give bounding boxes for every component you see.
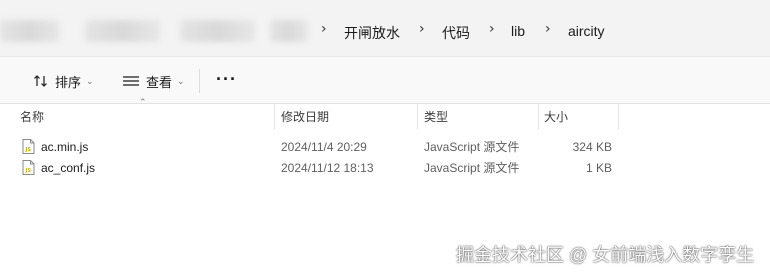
address-bar[interactable]: › 开闸放水 › 代码 › lib › aircity [0, 0, 770, 56]
chevron-right-icon[interactable]: › [321, 21, 327, 37]
watermark: 掘金技术社区 @ 女前端浅入数字孪生 [456, 245, 755, 265]
sort-button[interactable]: 排序 ⌄ [33, 69, 94, 93]
js-file-icon: JS [22, 136, 36, 157]
sort-label: 排序 [55, 74, 82, 90]
chevron-down-icon: ⌄ [177, 75, 185, 86]
breadcrumb-item[interactable]: 代码 [442, 23, 470, 43]
file-type: JavaScript 源文件 [424, 140, 520, 154]
breadcrumb-item[interactable]: aircity [568, 23, 605, 39]
file-row[interactable]: JS ac_conf.js 2024/11/12 18:13 JavaScrip… [0, 157, 620, 178]
toolbar-divider [199, 69, 200, 93]
file-name: ac.min.js [41, 139, 89, 154]
view-icon [123, 76, 139, 86]
view-button[interactable]: 查看 ⌄ [122, 69, 185, 93]
blurred-path-segment [85, 20, 160, 42]
view-label: 查看 [146, 74, 173, 90]
file-size: 324 KB [572, 139, 612, 154]
column-divider[interactable] [274, 103, 275, 129]
column-divider[interactable] [538, 103, 539, 129]
blurred-path-segment [180, 20, 255, 42]
sort-icon [34, 75, 47, 87]
svg-text:JS: JS [25, 168, 32, 174]
chevron-right-icon[interactable]: › [545, 21, 551, 37]
column-header-label: 大小 [544, 109, 569, 124]
blurred-path-segment [0, 20, 60, 42]
breadcrumb-item[interactable]: 开闸放水 [344, 23, 400, 43]
file-row[interactable]: JS ac.min.js 2024/11/4 20:29 JavaScript … [0, 136, 620, 157]
column-header-date[interactable]: 修改日期 [281, 103, 411, 129]
more-icon[interactable]: ··· [216, 69, 237, 90]
file-type: JavaScript 源文件 [424, 161, 520, 175]
svg-text:JS: JS [25, 147, 32, 153]
column-header-label: 类型 [424, 109, 449, 124]
file-date: 2024/11/4 20:29 [281, 139, 367, 154]
column-divider[interactable] [417, 103, 418, 129]
file-name: ac_conf.js [41, 160, 96, 175]
chevron-right-icon[interactable]: › [489, 21, 495, 37]
blurred-path-segment [270, 20, 308, 42]
file-date: 2024/11/12 18:13 [281, 160, 374, 175]
js-file-icon: JS [22, 157, 36, 178]
breadcrumb-item[interactable]: lib [511, 23, 525, 39]
command-bar: 排序 ⌄ 查看 ⌄ [0, 56, 770, 104]
chevron-right-icon[interactable]: › [419, 21, 425, 37]
file-size: 1 KB [585, 160, 612, 175]
chevron-down-icon: ⌄ [86, 75, 94, 86]
column-header-label: 修改日期 [281, 109, 330, 124]
column-header-name[interactable]: 名称 [20, 103, 270, 129]
column-header-label: 名称 [20, 109, 45, 124]
column-header-type[interactable]: 类型 [424, 103, 534, 129]
column-header-size[interactable]: 大小 [544, 103, 614, 129]
column-divider[interactable] [618, 103, 619, 129]
